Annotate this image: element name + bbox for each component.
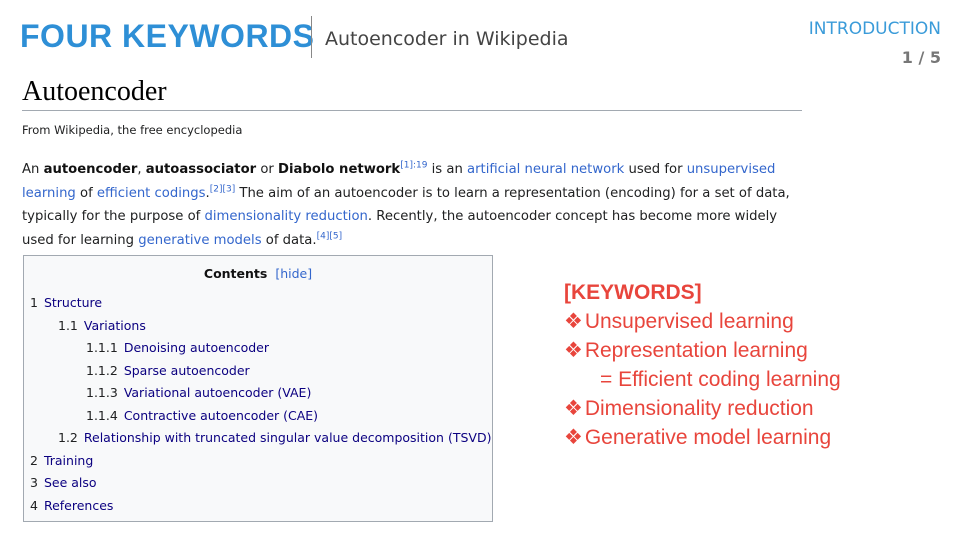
toc-number: 1.1.3 <box>86 385 118 400</box>
title-divider <box>311 16 312 58</box>
toc-number: 1.1.4 <box>86 407 118 423</box>
keyword-text: Representation learning <box>584 339 808 362</box>
heading-divider <box>22 110 802 111</box>
toc-header: Contents [hide] <box>24 266 492 281</box>
keyword-text: Unsupervised learning <box>584 310 794 333</box>
toc-link-text[interactable]: See also <box>44 475 97 490</box>
para-text: used for <box>624 162 687 177</box>
toc-link-text[interactable]: Training <box>44 453 93 468</box>
toc-number: 1.1.1 <box>86 340 118 355</box>
term-autoencoder: autoencoder <box>43 162 138 177</box>
toc-link-text[interactable]: Variations <box>84 318 146 333</box>
diamond-bullet-icon: ❖ <box>564 310 583 333</box>
link-artificial-neural-network[interactable]: artificial neural network <box>467 162 624 177</box>
para-text: , <box>137 162 146 177</box>
toc-number: 1.1.2 <box>86 362 118 378</box>
wiki-tagline: From Wikipedia, the free encyclopedia <box>22 123 243 137</box>
diamond-bullet-icon: ❖ <box>564 339 583 362</box>
link-efficient-codings[interactable]: efficient codings <box>97 186 206 201</box>
section-label: INTRODUCTION <box>808 19 941 39</box>
toc-item-sparse-autoencoder[interactable]: 1.1.2 Sparse autoencoder <box>30 360 491 383</box>
para-text: An <box>22 162 44 177</box>
keyword-item: ❖Generative model learning <box>564 423 841 452</box>
toc-item-structure[interactable]: 1 Structure <box>30 292 491 315</box>
citation-link[interactable]: [1]:19 <box>400 161 427 171</box>
toc-item-denoising-autoencoder[interactable]: 1.1.1 Denoising autoencoder <box>30 337 491 360</box>
toc-item-training[interactable]: 2 Training <box>30 450 491 473</box>
page-number: 1 / 5 <box>901 48 941 67</box>
toc-link-text[interactable]: Variational autoencoder (VAE) <box>124 385 312 400</box>
toc-link-text[interactable]: Denoising autoencoder <box>124 340 269 355</box>
toc-number: 1.1 <box>58 317 78 333</box>
toc-hide-link[interactable]: [hide] <box>275 266 312 281</box>
table-of-contents: Contents [hide] 1 Structure 1.1 Variations… <box>23 255 493 522</box>
para-text: of <box>75 185 97 201</box>
keywords-panel: [KEYWORDS] ❖Unsupervised learning ❖Repre… <box>564 278 841 452</box>
toc-link-text[interactable]: Relationship with truncated singular val… <box>84 430 492 445</box>
wiki-article-heading: Autoencoder <box>22 76 167 107</box>
toc-item-variations[interactable]: 1.1 Variations <box>30 315 491 338</box>
citation-link[interactable]: [4][5] <box>317 231 343 241</box>
toc-link-text[interactable]: Structure <box>44 295 102 310</box>
toc-item-references[interactable]: 4 References <box>30 495 491 518</box>
slide-subtitle: Autoencoder in Wikipedia <box>325 28 569 50</box>
citation-link[interactable]: [2][3] <box>210 184 236 194</box>
toc-item-contractive-autoencoder[interactable]: 1.1.4 Contractive autoencoder (CAE) <box>30 405 491 428</box>
keywords-heading: [KEYWORDS] <box>564 281 702 304</box>
para-text: or <box>256 162 279 177</box>
toc-list: 1 Structure 1.1 Variations 1.1.1 Denoising … <box>30 292 491 517</box>
toc-link-text[interactable]: Sparse autoencoder <box>124 363 250 378</box>
toc-title: Contents <box>203 266 268 281</box>
keyword-text: Dimensionality reduction <box>584 397 814 420</box>
diamond-bullet-icon: ❖ <box>564 397 583 420</box>
toc-number: 4 <box>30 497 38 513</box>
toc-item-see-also[interactable]: 3 See also <box>30 472 491 495</box>
term-diabolo-network: Diabolo network <box>278 162 401 177</box>
toc-number: 2 <box>30 452 38 468</box>
para-text: of data. <box>261 232 317 248</box>
link-generative-models[interactable]: generative models <box>138 233 261 248</box>
diamond-bullet-icon: ❖ <box>564 426 583 449</box>
link-dimensionality-reduction[interactable]: dimensionality reduction <box>205 209 368 224</box>
toc-number: 3 <box>30 475 38 490</box>
keyword-item: ❖Dimensionality reduction <box>564 394 841 423</box>
keyword-subitem: = Efficient coding learning <box>600 368 841 391</box>
toc-number: 1 <box>30 295 38 310</box>
wiki-intro-paragraph: An autoencoder, autoassociator or Diabol… <box>22 158 807 252</box>
para-text: is an <box>427 162 468 177</box>
toc-item-tsvd[interactable]: 1.2 Relationship with truncated singular … <box>30 427 491 450</box>
slide-title: FOUR KEYWORDS <box>20 18 315 54</box>
toc-number: 1.2 <box>58 430 78 445</box>
term-autoassociator: autoassociator <box>145 162 257 177</box>
keyword-item: ❖Representation learning <box>564 336 841 365</box>
keyword-item: ❖Unsupervised learning <box>564 307 841 336</box>
toc-link-text[interactable]: Contractive autoencoder (CAE) <box>124 408 318 423</box>
toc-link-text[interactable]: References <box>44 498 113 513</box>
keyword-text: Generative model learning <box>584 426 832 449</box>
toc-item-variational-autoencoder[interactable]: 1.1.3 Variational autoencoder (VAE) <box>30 382 491 405</box>
